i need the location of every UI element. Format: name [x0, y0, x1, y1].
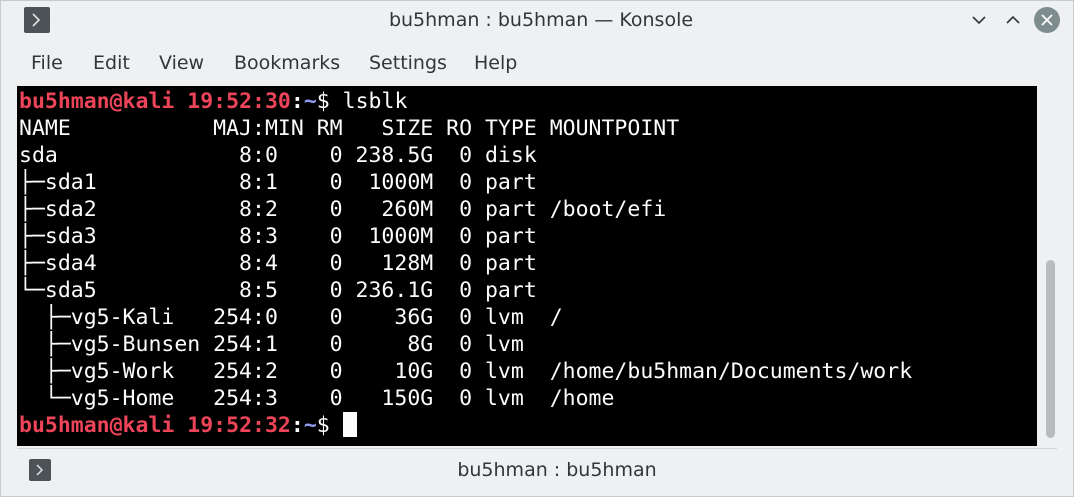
menu-view[interactable]: View	[159, 45, 204, 81]
menu-settings[interactable]: Settings	[369, 45, 447, 81]
output-header: NAME MAJ:MIN RM SIZE RO TYPE MOUNTPOINT	[19, 116, 680, 141]
command-text: lsblk	[329, 89, 408, 114]
konsole-window: bu5hman : bu5hman — Konsole File Edit Vi…	[0, 0, 1074, 497]
menu-bar: File Edit View Bookmarks Settings Help	[1, 45, 1073, 81]
prompt-line: bu5hman@kali 19:52:32:~$	[19, 412, 357, 439]
output-line: ├─vg5-Bunsen 254:1 0 8G 0 lvm	[19, 332, 524, 357]
output-line: ├─vg5-Work 254:2 0 10G 0 lvm /home/bu5hm…	[19, 359, 913, 384]
prompt-symbol: $	[316, 413, 330, 438]
menu-bookmarks[interactable]: Bookmarks	[234, 45, 340, 81]
prompt-line: bu5hman@kali 19:52:30:~$ lsblk	[19, 88, 407, 115]
scrollbar-handle[interactable]	[1046, 260, 1055, 438]
prompt-directory: ~	[303, 413, 317, 438]
output-line: └─sda5 8:5 0 236.1G 0 part	[19, 278, 537, 303]
prompt-time: 19:52:32	[187, 413, 291, 438]
output-line: ├─vg5-Kali 254:0 0 36G 0 lvm /	[19, 305, 563, 330]
output-line: ├─sda3 8:3 0 1000M 0 part	[19, 224, 537, 249]
prompt-user: bu5hman@kali	[19, 89, 175, 114]
prompt-separator: :	[290, 89, 304, 114]
prompt-time: 19:52:30	[187, 89, 291, 114]
minimize-icon[interactable]	[966, 7, 992, 33]
prompt-user: bu5hman@kali	[19, 413, 175, 438]
menu-help[interactable]: Help	[474, 45, 517, 81]
prompt-directory: ~	[303, 89, 317, 114]
close-icon[interactable]	[1034, 7, 1060, 33]
prompt-separator: :	[290, 413, 304, 438]
window-title: bu5hman : bu5hman — Konsole	[388, 9, 694, 31]
tab-session[interactable]: bu5hman : bu5hman	[17, 449, 1074, 491]
output-line: sda 8:0 0 238.5G 0 disk	[19, 143, 537, 168]
output-line: ├─sda4 8:4 0 128M 0 part	[19, 251, 537, 276]
menu-file[interactable]: File	[31, 45, 63, 81]
maximize-icon[interactable]	[1000, 7, 1026, 33]
prompt-symbol: $	[316, 89, 330, 114]
output-line: └─vg5-Home 254:3 0 150G 0 lvm /home	[19, 386, 615, 411]
text-cursor	[342, 412, 357, 437]
scrollbar[interactable]	[1042, 86, 1056, 446]
tab-bar: bu5hman : bu5hman	[17, 448, 1057, 490]
output-line: ├─sda1 8:1 0 1000M 0 part	[19, 170, 537, 195]
title-bar[interactable]: bu5hman : bu5hman — Konsole	[1, 1, 1073, 39]
output-line: ├─sda2 8:2 0 260M 0 part /boot/efi	[19, 197, 667, 222]
terminal-view[interactable]: bu5hman@kali 19:52:30:~$ lsblk NAME MAJ:…	[17, 86, 1037, 446]
menu-edit[interactable]: Edit	[93, 45, 130, 81]
